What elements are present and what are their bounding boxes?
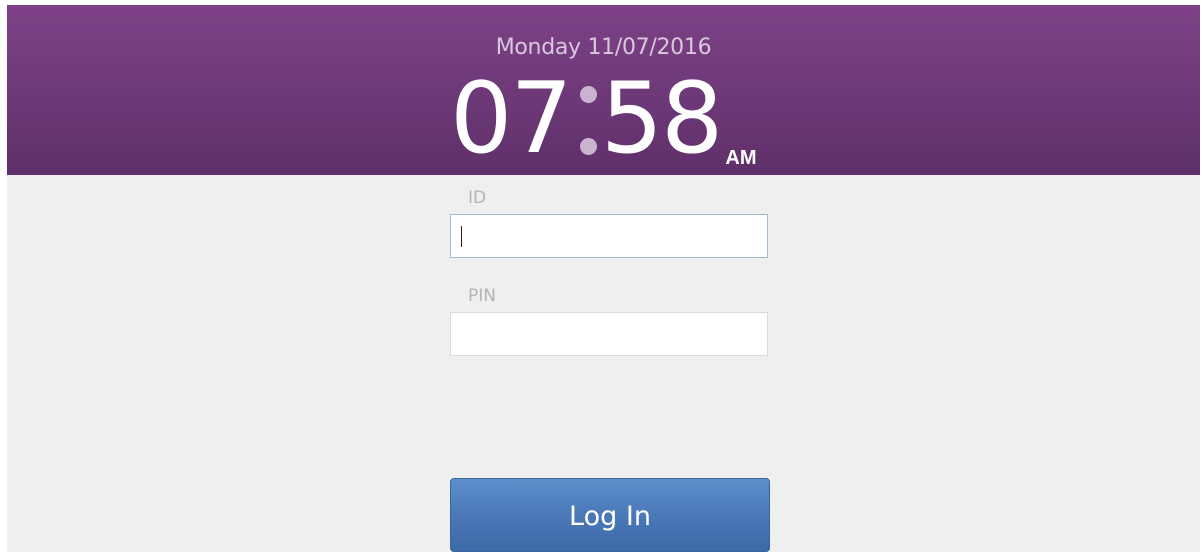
clock-hour: 07 xyxy=(450,62,573,176)
colon-dot-top xyxy=(579,86,597,103)
id-label: ID xyxy=(468,188,487,208)
id-field[interactable] xyxy=(450,214,768,258)
clock-colon-icon xyxy=(571,63,601,175)
text-caret xyxy=(461,226,462,247)
clock-minute: 58 xyxy=(600,62,724,176)
pin-label: PIN xyxy=(468,286,496,306)
current-date: Monday 11/07/2016 xyxy=(495,35,712,60)
login-screen: Monday 11/07/2016 07 58 AM ID PIN Log In xyxy=(7,5,1200,552)
clock-display: 07 58 AM xyxy=(450,63,757,175)
clock-period: AM xyxy=(725,147,757,169)
colon-dot-bottom xyxy=(579,138,597,155)
login-button[interactable]: Log In xyxy=(450,478,770,552)
clock-header: Monday 11/07/2016 07 58 AM xyxy=(7,5,1200,175)
pin-field[interactable] xyxy=(450,312,768,356)
